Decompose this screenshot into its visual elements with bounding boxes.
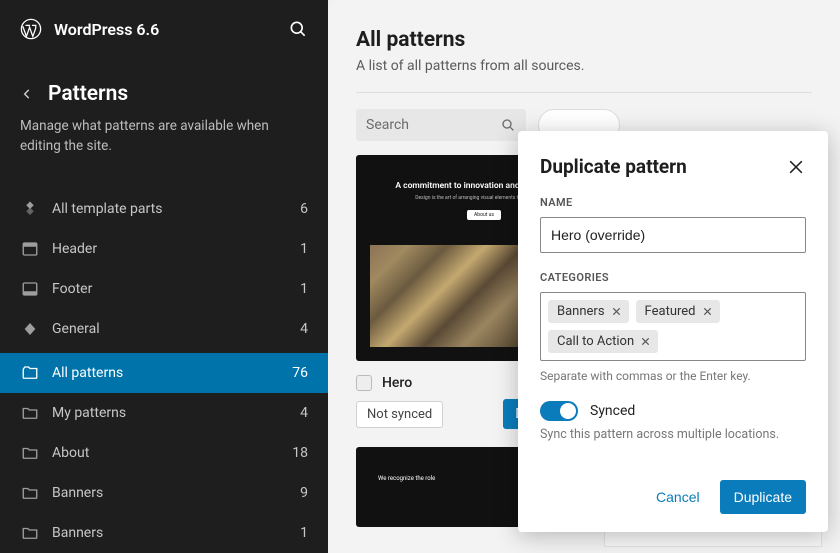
footer-icon <box>20 279 40 299</box>
categories-field-label: CATEGORIES <box>540 271 806 284</box>
page-title: Patterns <box>48 82 128 106</box>
sidebar-item-banners-2[interactable]: Banners 1 <box>0 513 328 553</box>
nav-pattern-folders: All patterns 76 My patterns 4 About 18 B… <box>0 353 328 553</box>
tag-label: Call to Action <box>557 334 634 349</box>
search-placeholder: Search <box>366 117 500 133</box>
synced-toggle[interactable] <box>540 401 578 421</box>
sidebar-item-about[interactable]: About 18 <box>0 433 328 473</box>
diamond-icon <box>20 319 40 339</box>
remove-tag-icon[interactable] <box>611 306 622 317</box>
categories-input[interactable]: Banners Featured Call to Action <box>540 292 806 361</box>
nav-count: 4 <box>300 321 308 337</box>
sidebar-item-header[interactable]: Header 1 <box>0 229 328 269</box>
app-header: WordPress 6.6 <box>0 0 328 54</box>
nav-label: Banners <box>52 525 300 541</box>
duplicate-button[interactable]: Duplicate <box>720 480 806 514</box>
search-icon <box>500 117 516 133</box>
category-tag: Featured <box>636 300 720 323</box>
category-tag: Banners <box>548 300 629 323</box>
nav-label: All patterns <box>52 365 292 381</box>
folder-icon <box>20 403 40 423</box>
sidebar-item-all-template-parts[interactable]: All template parts 6 <box>0 189 328 229</box>
remove-tag-icon[interactable] <box>640 336 651 347</box>
sidebar-description: Manage what patterns are available when … <box>20 116 308 157</box>
nav-template-parts: All template parts 6 Header 1 Footer 1 G… <box>0 189 328 349</box>
nav-count: 6 <box>300 201 308 217</box>
nav-label: All template parts <box>52 201 300 217</box>
folder-icon <box>20 443 40 463</box>
folder-icon <box>20 483 40 503</box>
sidebar-item-general[interactable]: General 4 <box>0 309 328 349</box>
pattern-checkbox[interactable] <box>356 375 372 391</box>
cancel-button[interactable]: Cancel <box>644 480 712 514</box>
sidebar-item-all-patterns[interactable]: All patterns 76 <box>0 353 328 393</box>
name-field-label: NAME <box>540 196 806 209</box>
sidebar: WordPress 6.6 Patterns Manage what patte… <box>0 0 328 553</box>
category-tag: Call to Action <box>548 330 658 353</box>
sync-status-badge[interactable]: Not synced <box>356 401 443 428</box>
duplicate-pattern-modal: Duplicate pattern NAME CATEGORIES Banner… <box>518 131 828 532</box>
tag-label: Featured <box>645 304 696 319</box>
nav-label: General <box>52 321 300 337</box>
nav-label: My patterns <box>52 405 300 421</box>
search-icon[interactable] <box>288 19 308 39</box>
nav-count: 1 <box>300 281 308 297</box>
nav-label: Header <box>52 241 300 257</box>
nav-label: Banners <box>52 485 300 501</box>
wordpress-logo-icon <box>20 18 42 40</box>
nav-count: 18 <box>292 445 308 461</box>
main-content: All patterns A list of all patterns from… <box>328 0 840 553</box>
sidebar-item-footer[interactable]: Footer 1 <box>0 269 328 309</box>
nav-count: 9 <box>300 485 308 501</box>
nav-count: 1 <box>300 241 308 257</box>
header-icon <box>20 239 40 259</box>
chevron-left-icon[interactable] <box>20 87 34 101</box>
content-title: All patterns <box>356 28 812 52</box>
search-input[interactable]: Search <box>356 109 526 141</box>
nav-count: 76 <box>292 365 308 381</box>
sidebar-item-banners[interactable]: Banners 9 <box>0 473 328 513</box>
app-title: WordPress 6.6 <box>54 20 288 39</box>
categories-hint: Separate with commas or the Enter key. <box>540 369 806 383</box>
sidebar-heading-area: Patterns Manage what patterns are availa… <box>0 54 328 167</box>
nav-label: About <box>52 445 292 461</box>
preview-text: We recognize the role <box>378 475 435 482</box>
synced-label: Synced <box>590 403 635 419</box>
close-icon[interactable] <box>786 157 806 177</box>
preview-cta: About us <box>467 210 501 220</box>
nav-label: Footer <box>52 281 300 297</box>
folder-open-icon <box>20 363 40 383</box>
pattern-title: Hero <box>382 375 412 391</box>
diamond-stack-icon <box>20 199 40 219</box>
name-input[interactable] <box>540 217 806 253</box>
content-subtitle: A list of all patterns from all sources. <box>356 58 812 74</box>
sidebar-item-my-patterns[interactable]: My patterns 4 <box>0 393 328 433</box>
synced-description: Sync this pattern across multiple locati… <box>540 427 806 442</box>
folder-icon <box>20 523 40 543</box>
nav-count: 4 <box>300 405 308 421</box>
modal-title: Duplicate pattern <box>540 155 786 178</box>
divider <box>356 92 812 93</box>
nav-count: 1 <box>300 525 308 541</box>
remove-tag-icon[interactable] <box>702 306 713 317</box>
tag-label: Banners <box>557 304 605 319</box>
